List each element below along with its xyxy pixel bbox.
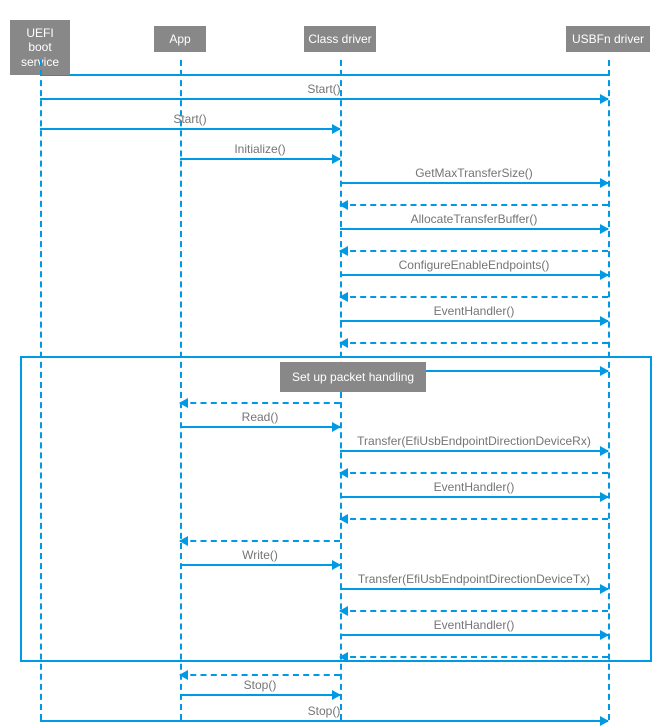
message-m21: Transfer(EfiUsbEndpointDirectionDeviceTx…	[340, 588, 608, 590]
message-label: AllocateTransferBuffer()	[340, 212, 608, 226]
sequence-diagram: UEFI boot service App Class driver USBFn…	[0, 0, 666, 728]
participant-usbfn-driver: USBFn driver	[566, 26, 650, 52]
arrowhead-icon	[339, 652, 348, 662]
message-m10: EventHandler()	[340, 320, 608, 322]
message-m25	[180, 674, 340, 676]
message-m15: Transfer(EfiUsbEndpointDirectionDeviceRx…	[340, 450, 608, 452]
message-m11	[340, 342, 608, 344]
participant-app: App	[154, 26, 206, 52]
message-label: Stop()	[180, 678, 340, 692]
message-label: ConfigureEnableEndpoints()	[340, 258, 608, 272]
message-label: Read()	[180, 410, 340, 424]
message-label: EventHandler()	[340, 304, 608, 318]
message-label: Transfer(EfiUsbEndpointDirectionDeviceTx…	[340, 572, 608, 586]
arrowhead-icon	[339, 606, 348, 616]
arrowhead-icon	[339, 468, 348, 478]
message-m2: Start()	[40, 128, 340, 130]
top-connector-line	[40, 74, 608, 76]
message-label: GetMaxTransferSize()	[340, 166, 608, 180]
message-label: EventHandler()	[340, 480, 608, 494]
message-m1: Start()	[40, 98, 608, 100]
arrowhead-icon	[339, 292, 348, 302]
message-m22	[340, 610, 608, 612]
note-setup-packet-handling: Set up packet handling	[280, 362, 426, 392]
message-m19	[180, 540, 340, 542]
message-m20: Write()	[180, 564, 340, 566]
message-label: EventHandler()	[340, 618, 608, 632]
arrowhead-icon	[179, 536, 188, 546]
message-m27: Stop()	[40, 720, 608, 722]
message-m24	[340, 656, 608, 658]
arrowhead-icon	[339, 200, 348, 210]
message-label: Stop()	[40, 704, 608, 718]
message-m13	[180, 402, 340, 404]
message-m17: EventHandler()	[340, 496, 608, 498]
message-m23: EventHandler()	[340, 634, 608, 636]
message-label: Write()	[180, 548, 340, 562]
message-m26: Stop()	[180, 694, 340, 696]
message-label: Initialize()	[180, 142, 340, 156]
message-m3: Initialize()	[180, 158, 340, 160]
message-m4: GetMaxTransferSize()	[340, 182, 608, 184]
message-m16	[340, 472, 608, 474]
participant-class-driver: Class driver	[304, 26, 376, 52]
message-label: Transfer(EfiUsbEndpointDirectionDeviceRx…	[340, 434, 608, 448]
arrowhead-icon	[339, 246, 348, 256]
message-m6: AllocateTransferBuffer()	[340, 228, 608, 230]
message-m7	[340, 250, 608, 252]
arrowhead-icon	[339, 514, 348, 524]
message-label: Start()	[40, 112, 340, 126]
arrowhead-icon	[600, 366, 609, 376]
arrowhead-icon	[339, 338, 348, 348]
message-m18	[340, 518, 608, 520]
arrowhead-icon	[179, 398, 188, 408]
message-m5	[340, 204, 608, 206]
message-m9	[340, 296, 608, 298]
message-label: Start()	[40, 82, 608, 96]
message-m8: ConfigureEnableEndpoints()	[340, 274, 608, 276]
message-m14: Read()	[180, 426, 340, 428]
